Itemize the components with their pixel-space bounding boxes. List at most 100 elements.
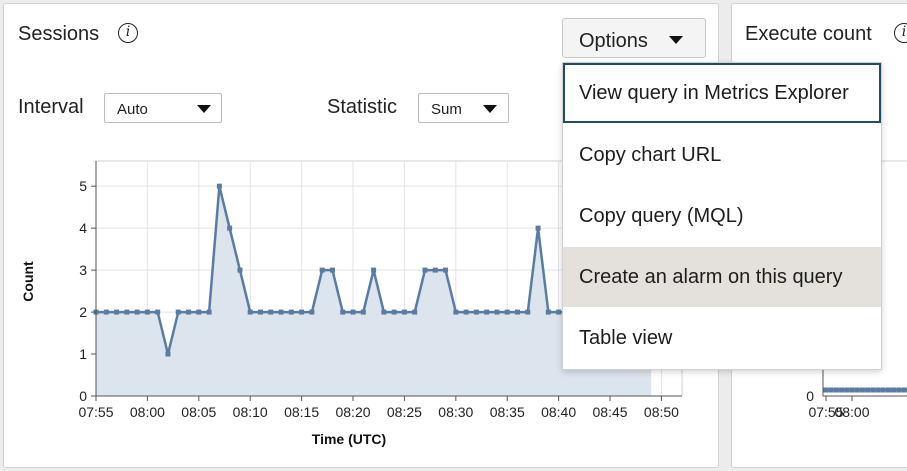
data-point <box>268 309 274 315</box>
data-point <box>299 309 305 315</box>
data-point <box>216 183 222 189</box>
options-menu: View query in Metrics Explorer Copy char… <box>562 62 882 370</box>
y-tick-label: 0 <box>79 388 87 404</box>
data-point <box>463 309 469 315</box>
data-point <box>412 309 418 315</box>
x-tick-label: 08:45 <box>593 404 628 420</box>
data-point <box>484 309 490 315</box>
data-point <box>371 267 377 273</box>
data-point <box>391 309 397 315</box>
data-point <box>309 309 315 315</box>
x-tick-label: 08:10 <box>233 404 268 420</box>
options-button-label: Options <box>579 30 648 52</box>
interval-select[interactable]: Auto <box>104 93 222 123</box>
data-point <box>880 387 886 393</box>
data-point <box>545 309 551 315</box>
menu-item-label: Copy query (MQL) <box>579 205 744 227</box>
info-icon[interactable]: i <box>894 23 907 43</box>
data-point <box>155 309 161 315</box>
x-tick-label: 08:00 <box>834 404 869 420</box>
x-tick-label: 08:00 <box>130 404 165 420</box>
menu-item-create-alarm[interactable]: Create an alarm on this query <box>563 247 881 307</box>
x-tick-label: 08:05 <box>181 404 216 420</box>
y-tick-label: 1 <box>79 346 87 362</box>
data-point <box>319 267 325 273</box>
x-axis-title: Time (UTC) <box>312 431 386 447</box>
data-point <box>473 309 479 315</box>
options-button[interactable]: Options <box>562 18 706 58</box>
menu-item-copy-query[interactable]: Copy query (MQL) <box>563 186 881 246</box>
caret-down-icon <box>669 36 683 44</box>
statistic-label: Statistic <box>327 96 398 118</box>
caret-down-icon <box>483 105 497 113</box>
data-point <box>175 309 181 315</box>
menu-item-label: Create an alarm on this query <box>579 266 843 288</box>
data-point <box>288 309 294 315</box>
data-point <box>515 309 521 315</box>
data-point <box>124 309 130 315</box>
menu-item-table-view[interactable]: Table view <box>563 308 881 368</box>
data-point <box>114 309 120 315</box>
data-point <box>443 267 449 273</box>
data-point <box>247 309 253 315</box>
data-point <box>350 309 356 315</box>
data-point <box>833 387 839 393</box>
x-tick-label: 08:15 <box>284 404 319 420</box>
data-point <box>885 387 891 393</box>
data-point <box>134 309 140 315</box>
data-point <box>103 309 109 315</box>
data-point <box>859 387 865 393</box>
interval-label: Interval <box>18 96 84 118</box>
data-point <box>844 387 850 393</box>
data-point <box>504 309 510 315</box>
data-point <box>875 387 881 393</box>
data-point <box>453 309 459 315</box>
data-point <box>144 309 150 315</box>
data-point <box>849 387 855 393</box>
data-point <box>206 309 212 315</box>
data-point <box>227 225 233 231</box>
x-tick-label: 08:30 <box>438 404 473 420</box>
statistic-select-value: Sum <box>431 101 462 118</box>
data-point <box>891 387 897 393</box>
y-axis-title: Count <box>20 261 36 302</box>
data-point <box>401 309 407 315</box>
y-tick-label: 3 <box>79 262 87 278</box>
data-point <box>839 387 845 393</box>
data-point <box>896 387 902 393</box>
data-point <box>525 309 531 315</box>
interval-select-value: Auto <box>117 101 148 118</box>
data-point <box>422 267 428 273</box>
data-point <box>196 309 202 315</box>
statistic-select[interactable]: Sum <box>418 93 509 123</box>
panel-title: Sessions <box>18 23 100 45</box>
data-point <box>432 267 438 273</box>
menu-item-view-query[interactable]: View query in Metrics Explorer <box>563 63 881 123</box>
y-tick-label: 5 <box>79 178 87 194</box>
y-tick-label: 0 <box>806 388 814 404</box>
data-point <box>381 309 387 315</box>
data-point <box>186 309 192 315</box>
data-point <box>901 387 907 393</box>
caret-down-icon <box>197 105 211 113</box>
data-point <box>340 309 346 315</box>
data-point <box>165 351 171 357</box>
y-tick-label: 4 <box>79 220 87 236</box>
menu-item-copy-chart-url[interactable]: Copy chart URL <box>563 125 881 185</box>
x-tick-label: 07:55 <box>78 404 113 420</box>
y-tick-label: 2 <box>79 304 87 320</box>
x-tick-label: 08:40 <box>541 404 576 420</box>
data-point <box>828 387 834 393</box>
data-point <box>823 387 829 393</box>
data-point <box>257 309 263 315</box>
data-point <box>360 309 366 315</box>
data-point <box>865 387 871 393</box>
menu-item-label: View query in Metrics Explorer <box>579 82 849 104</box>
x-tick-label: 08:35 <box>490 404 525 420</box>
data-point <box>278 309 284 315</box>
x-tick-label: 08:25 <box>387 404 422 420</box>
data-point <box>329 267 335 273</box>
menu-item-label: Table view <box>579 327 673 349</box>
info-icon[interactable]: i <box>118 23 138 43</box>
data-point <box>870 387 876 393</box>
